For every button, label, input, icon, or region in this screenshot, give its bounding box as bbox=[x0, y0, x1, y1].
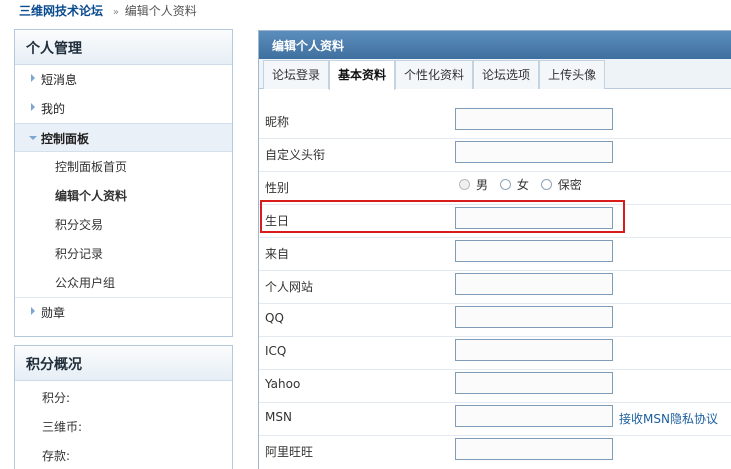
breadcrumb-home-link[interactable]: 三维网技术论坛 bbox=[19, 4, 103, 18]
form-row-custom-title: 自定义头衔 bbox=[259, 139, 731, 172]
tab-personalized-info[interactable]: 个性化资料 bbox=[395, 60, 474, 89]
breadcrumb-current: 编辑个人资料 bbox=[124, 4, 197, 18]
form-row-aliwangwang: 阿里旺旺 bbox=[259, 436, 731, 469]
radio-label: 保密 bbox=[557, 178, 582, 192]
tab-bar: 论坛登录 基本资料 个性化资料 论坛选项 上传头像 bbox=[259, 59, 731, 90]
yahoo-label: Yahoo bbox=[265, 377, 301, 391]
radio-circle-icon bbox=[459, 179, 470, 190]
chevron-right-icon bbox=[31, 103, 35, 111]
personal-management-panel: 个人管理 短消息 我的 控制面板 控制面板首页 编辑个人资料 积分交易 积分记录… bbox=[14, 29, 233, 337]
tab-forum-login[interactable]: 论坛登录 bbox=[263, 60, 330, 89]
chevron-right-icon bbox=[31, 307, 35, 315]
gender-radio-group: 男 女 保密 bbox=[459, 176, 590, 193]
msn-label: MSN bbox=[265, 410, 292, 424]
gender-label: 性别 bbox=[265, 181, 290, 195]
breadcrumb: 三维网技术论坛 » 编辑个人资料 bbox=[0, 0, 731, 22]
points-row: 积分: bbox=[42, 391, 71, 405]
nickname-input[interactable] bbox=[455, 108, 613, 130]
tab-forum-options[interactable]: 论坛选项 bbox=[473, 60, 540, 89]
radio-label: 男 bbox=[476, 178, 489, 192]
currency-row: 三维币: bbox=[42, 420, 83, 434]
icq-label: ICQ bbox=[265, 344, 287, 358]
form-row-nickname: 昵称 bbox=[259, 106, 731, 139]
aliwangwang-input[interactable] bbox=[455, 438, 613, 460]
sidebar-item-label: 短消息 bbox=[41, 73, 78, 87]
sidebar-subitem-edit-profile[interactable]: 编辑个人资料 bbox=[15, 181, 232, 210]
sidebar-item-label: 控制面板 bbox=[41, 132, 90, 146]
personal-management-title: 个人管理 bbox=[15, 30, 232, 65]
panel-title: 编辑个人资料 bbox=[259, 31, 731, 59]
gender-radio-female[interactable]: 女 bbox=[499, 176, 529, 193]
sidebar-item-medals[interactable]: 勋章 bbox=[15, 297, 232, 326]
sidebar-item-control-panel[interactable]: 控制面板 bbox=[15, 123, 232, 152]
aliwangwang-label: 阿里旺旺 bbox=[265, 445, 314, 459]
points-overview-panel: 积分概况 积分: 三维币: 存款: bbox=[14, 345, 233, 469]
chevron-right-icon bbox=[31, 74, 35, 82]
custom-title-label: 自定义头衔 bbox=[265, 148, 326, 162]
form-row-msn: MSN 接收MSN隐私协议 bbox=[259, 403, 731, 436]
qq-input[interactable] bbox=[455, 306, 613, 328]
website-input[interactable] bbox=[455, 273, 613, 295]
form-row-icq: ICQ bbox=[259, 337, 731, 370]
sidebar-subitem-points-log[interactable]: 积分记录 bbox=[15, 239, 232, 268]
radio-circle-icon bbox=[499, 179, 511, 190]
chevron-down-icon bbox=[29, 136, 37, 140]
sidebar-item-label: 我的 bbox=[41, 102, 66, 116]
yahoo-input[interactable] bbox=[455, 372, 613, 394]
nickname-label: 昵称 bbox=[265, 115, 290, 129]
edit-profile-panel: 编辑个人资料 论坛登录 基本资料 个性化资料 论坛选项 上传头像 昵称 自定义头衔 性别… bbox=[258, 30, 731, 469]
sidebar-item-label: 勋章 bbox=[41, 306, 66, 320]
icq-input[interactable] bbox=[455, 339, 613, 361]
sidebar-item-mine[interactable]: 我的 bbox=[15, 94, 232, 123]
form-row-qq: QQ bbox=[259, 304, 731, 337]
points-overview-title: 积分概况 bbox=[15, 346, 232, 381]
from-input[interactable] bbox=[455, 240, 613, 262]
sidebar-subitem-public-groups[interactable]: 公众用户组 bbox=[15, 268, 232, 297]
tab-upload-avatar[interactable]: 上传头像 bbox=[539, 60, 606, 89]
sidebar-item-messages[interactable]: 短消息 bbox=[15, 65, 232, 94]
birthday-highlight-box bbox=[260, 200, 625, 233]
form-row-from: 来自 bbox=[259, 238, 731, 271]
sidebar-subitem-control-panel-home[interactable]: 控制面板首页 bbox=[15, 152, 232, 181]
custom-title-input[interactable] bbox=[455, 141, 613, 163]
website-label: 个人网站 bbox=[265, 280, 314, 294]
form-row-website: 个人网站 bbox=[259, 271, 731, 304]
msn-privacy-link[interactable]: 接收MSN隐私协议 bbox=[619, 410, 718, 427]
sidebar-subitem-points-trade[interactable]: 积分交易 bbox=[15, 210, 232, 239]
qq-label: QQ bbox=[265, 311, 284, 325]
deposit-row: 存款: bbox=[42, 449, 71, 463]
gender-radio-male[interactable]: 男 bbox=[459, 176, 488, 193]
radio-label: 女 bbox=[516, 178, 529, 192]
from-label: 来自 bbox=[265, 247, 290, 261]
breadcrumb-separator: » bbox=[112, 7, 119, 18]
radio-circle-icon bbox=[540, 179, 552, 190]
msn-input[interactable] bbox=[455, 405, 613, 427]
gender-radio-secret[interactable]: 保密 bbox=[540, 176, 582, 193]
tab-basic-info[interactable]: 基本资料 bbox=[329, 60, 396, 90]
form-row-yahoo: Yahoo bbox=[259, 370, 731, 403]
